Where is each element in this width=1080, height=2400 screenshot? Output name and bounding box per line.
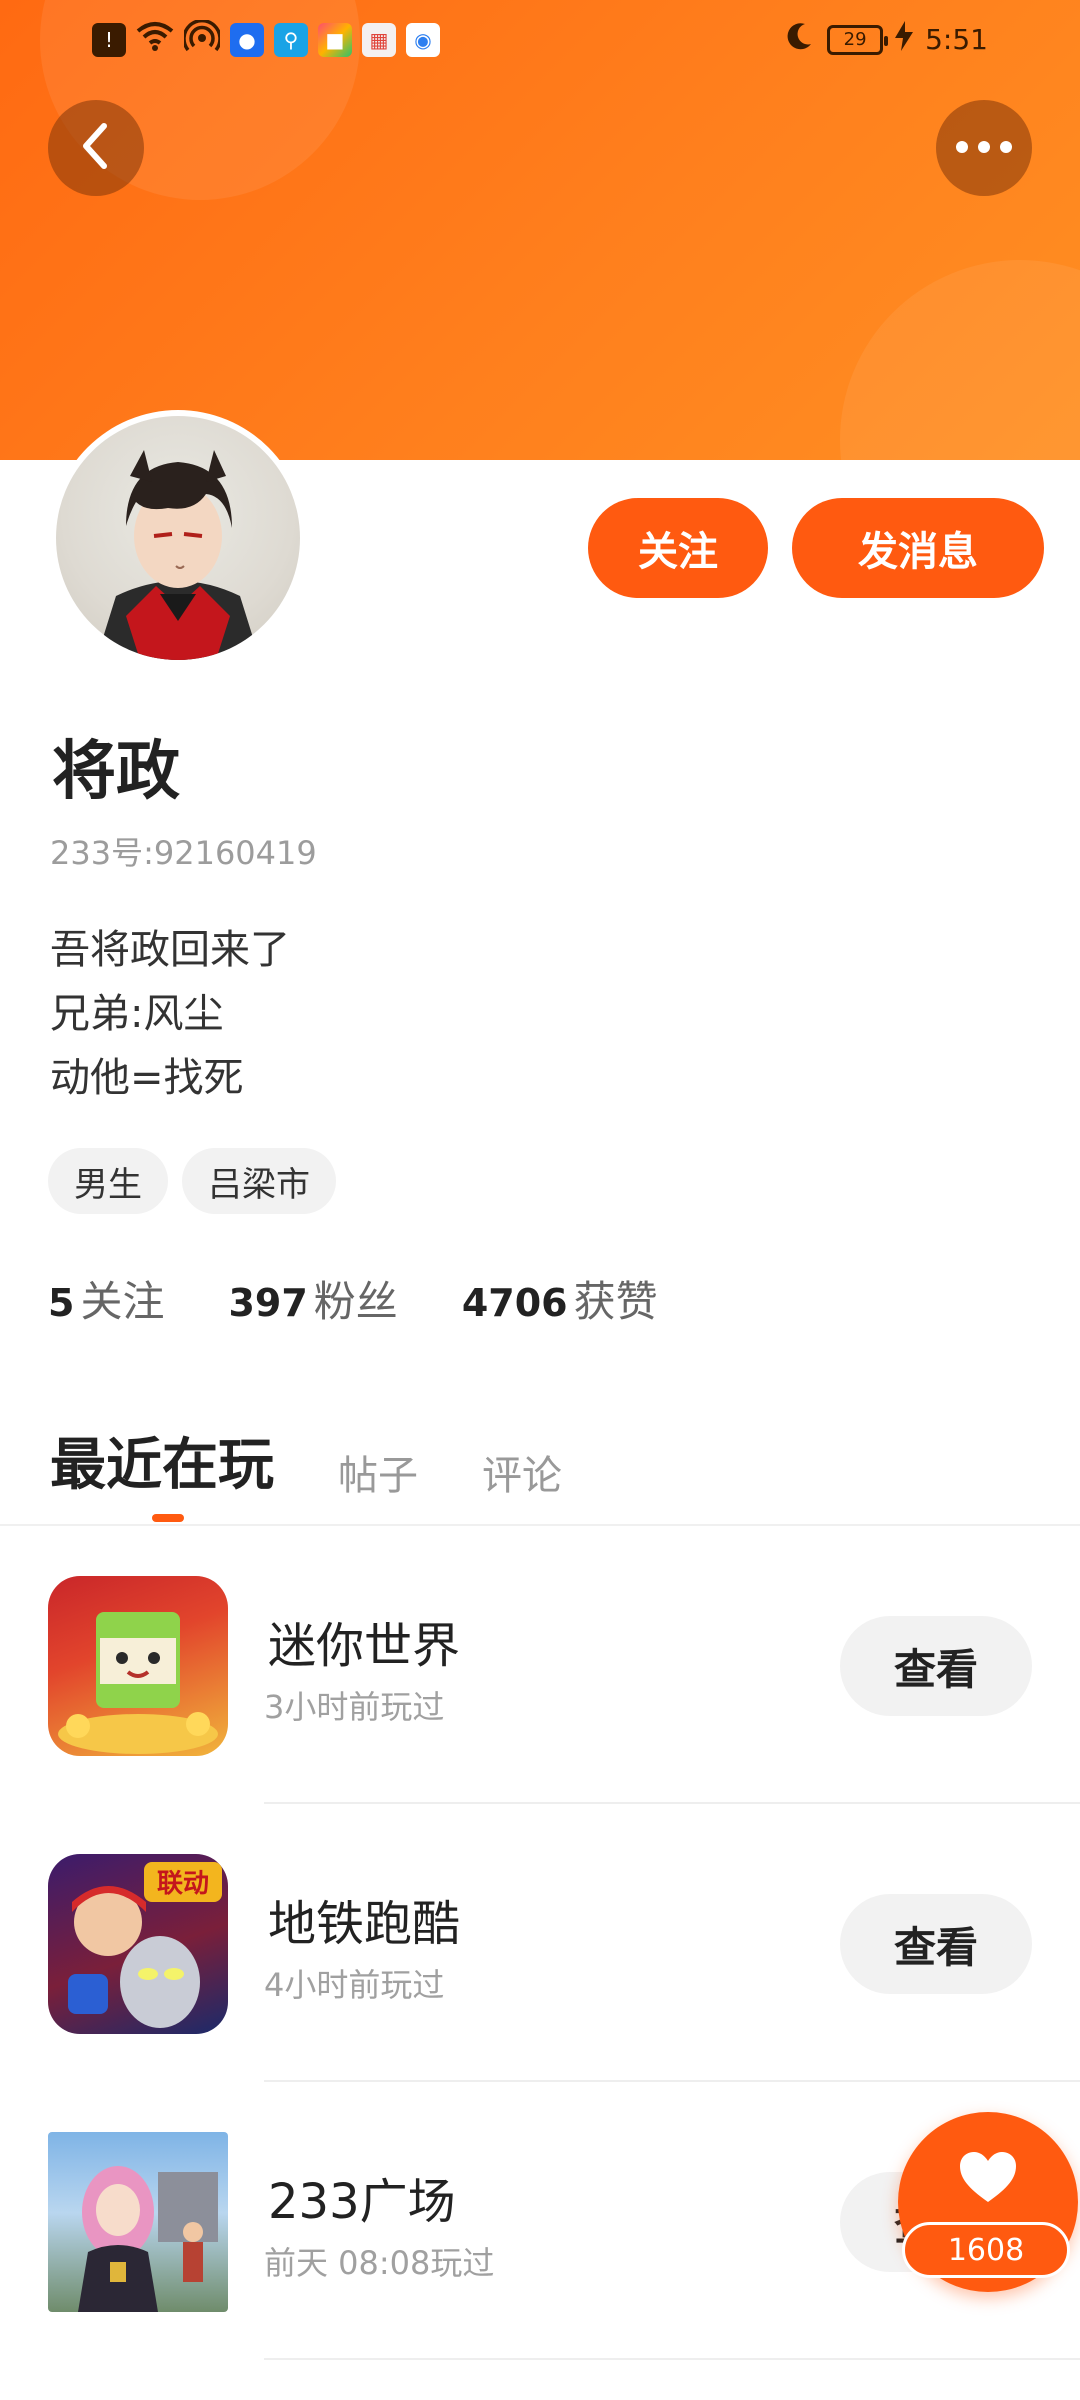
follow-button-label: 关注 (638, 529, 718, 575)
view-game-button[interactable]: 查看 (840, 1616, 1032, 1716)
battery-indicator: 29 (827, 24, 889, 55)
heart-icon (958, 2150, 1018, 2208)
app-brush-icon: ■ (318, 22, 352, 57)
tab-posts[interactable]: 帖子 (338, 1443, 418, 1501)
game-last-played: 前天 08:08玩过 (264, 2244, 495, 2282)
profile-bio: 吾将政回来了 兄弟:风尘 动他=找死 (50, 918, 290, 1110)
row-divider (264, 2358, 1080, 2360)
game-icon-subway-surfers: 联动 (48, 1854, 228, 2034)
hotspot-icon (182, 19, 222, 59)
follow-button[interactable]: 关注 (588, 498, 768, 598)
avatar-image (56, 416, 300, 660)
profile-name: 将政 (52, 734, 180, 809)
view-game-button-label: 查看 (893, 1922, 978, 1972)
game-title: 地铁跑酷 (268, 1896, 461, 1952)
stat-following[interactable]: 5 关注 (48, 1268, 164, 1329)
stat-following-label: 关注 (80, 1277, 165, 1326)
send-message-label: 发消息 (858, 529, 978, 575)
send-message-button[interactable]: 发消息 (792, 498, 1044, 598)
stat-likes-label: 获赞 (573, 1277, 658, 1326)
profile-tabs: 最近在玩 帖子 评论 (50, 1420, 562, 1501)
game-icon-mini-world (48, 1576, 228, 1756)
stat-followers[interactable]: 397 粉丝 (228, 1268, 397, 1329)
more-button[interactable] (936, 100, 1032, 196)
tab-recently-played[interactable]: 最近在玩 (50, 1420, 274, 1501)
status-bar: ! ● ⚲ ■ ▦ ◉ 29 5:51 (0, 0, 1080, 80)
back-button[interactable] (48, 100, 144, 196)
active-tab-indicator (152, 1514, 184, 1522)
game-last-played: 4小时前玩过 (264, 1966, 445, 2004)
status-icons-left: ! ● ⚲ ■ ▦ ◉ (92, 19, 440, 59)
avatar[interactable] (50, 410, 306, 666)
stat-followers-label: 粉丝 (313, 1277, 398, 1326)
game-row[interactable]: 迷你世界 3小时前玩过 查看 (0, 1526, 1080, 1804)
stat-likes: 4706 获赞 (462, 1268, 658, 1329)
profile-uid: 233号:92160419 (50, 834, 317, 872)
game-badge: 联动 (157, 1869, 209, 1899)
profile-tags: 男生 吕梁市 (48, 1148, 336, 1214)
stat-following-count: 5 (48, 1281, 75, 1325)
profile-header-banner: ! ● ⚲ ■ ▦ ◉ 29 5:51 (0, 0, 1080, 460)
app-bulb-icon: ● (230, 22, 264, 57)
game-title: 迷你世界 (268, 1618, 461, 1674)
game-row[interactable]: 联动 地铁跑酷 4小时前玩过 查看 (0, 1804, 1080, 2082)
charging-icon (895, 21, 914, 58)
gender-tag: 男生 (48, 1148, 168, 1214)
profile-page: ! ● ⚲ ■ ▦ ◉ 29 5:51 关注 发消息 将政 233号:92160… (0, 0, 1080, 2400)
more-dots-icon (954, 139, 1014, 158)
wifi-icon (136, 21, 174, 58)
profile-stats: 5 关注 397 粉丝 4706 获赞 (48, 1268, 658, 1329)
game-title: 233广场 (268, 2174, 456, 2230)
bio-line: 兄弟:风尘 (50, 991, 224, 1037)
tab-comments[interactable]: 评论 (482, 1443, 562, 1501)
view-game-button-label: 查看 (893, 1644, 978, 1694)
bio-line: 吾将政回来了 (50, 927, 290, 973)
view-game-button[interactable]: 查看 (840, 1894, 1032, 1994)
stat-likes-count: 4706 (461, 1281, 568, 1325)
clock-time: 5:51 (925, 23, 988, 56)
app-calendar-icon: ▦ (362, 22, 396, 57)
city-tag: 吕梁市 (182, 1148, 336, 1214)
status-icons-right: 29 5:51 (783, 20, 988, 59)
app-search-icon: ⚲ (274, 22, 308, 57)
moon-icon (783, 20, 815, 59)
chevron-left-icon (76, 122, 116, 174)
like-count: 1608 (902, 2222, 1070, 2278)
app-browser-icon: ◉ (406, 22, 440, 57)
bio-line: 动他=找死 (50, 1055, 244, 1101)
alert-icon: ! (92, 22, 126, 57)
game-last-played: 3小时前玩过 (264, 1688, 445, 1726)
stat-followers-count: 397 (228, 1281, 308, 1325)
game-icon-233-plaza (48, 2132, 228, 2312)
